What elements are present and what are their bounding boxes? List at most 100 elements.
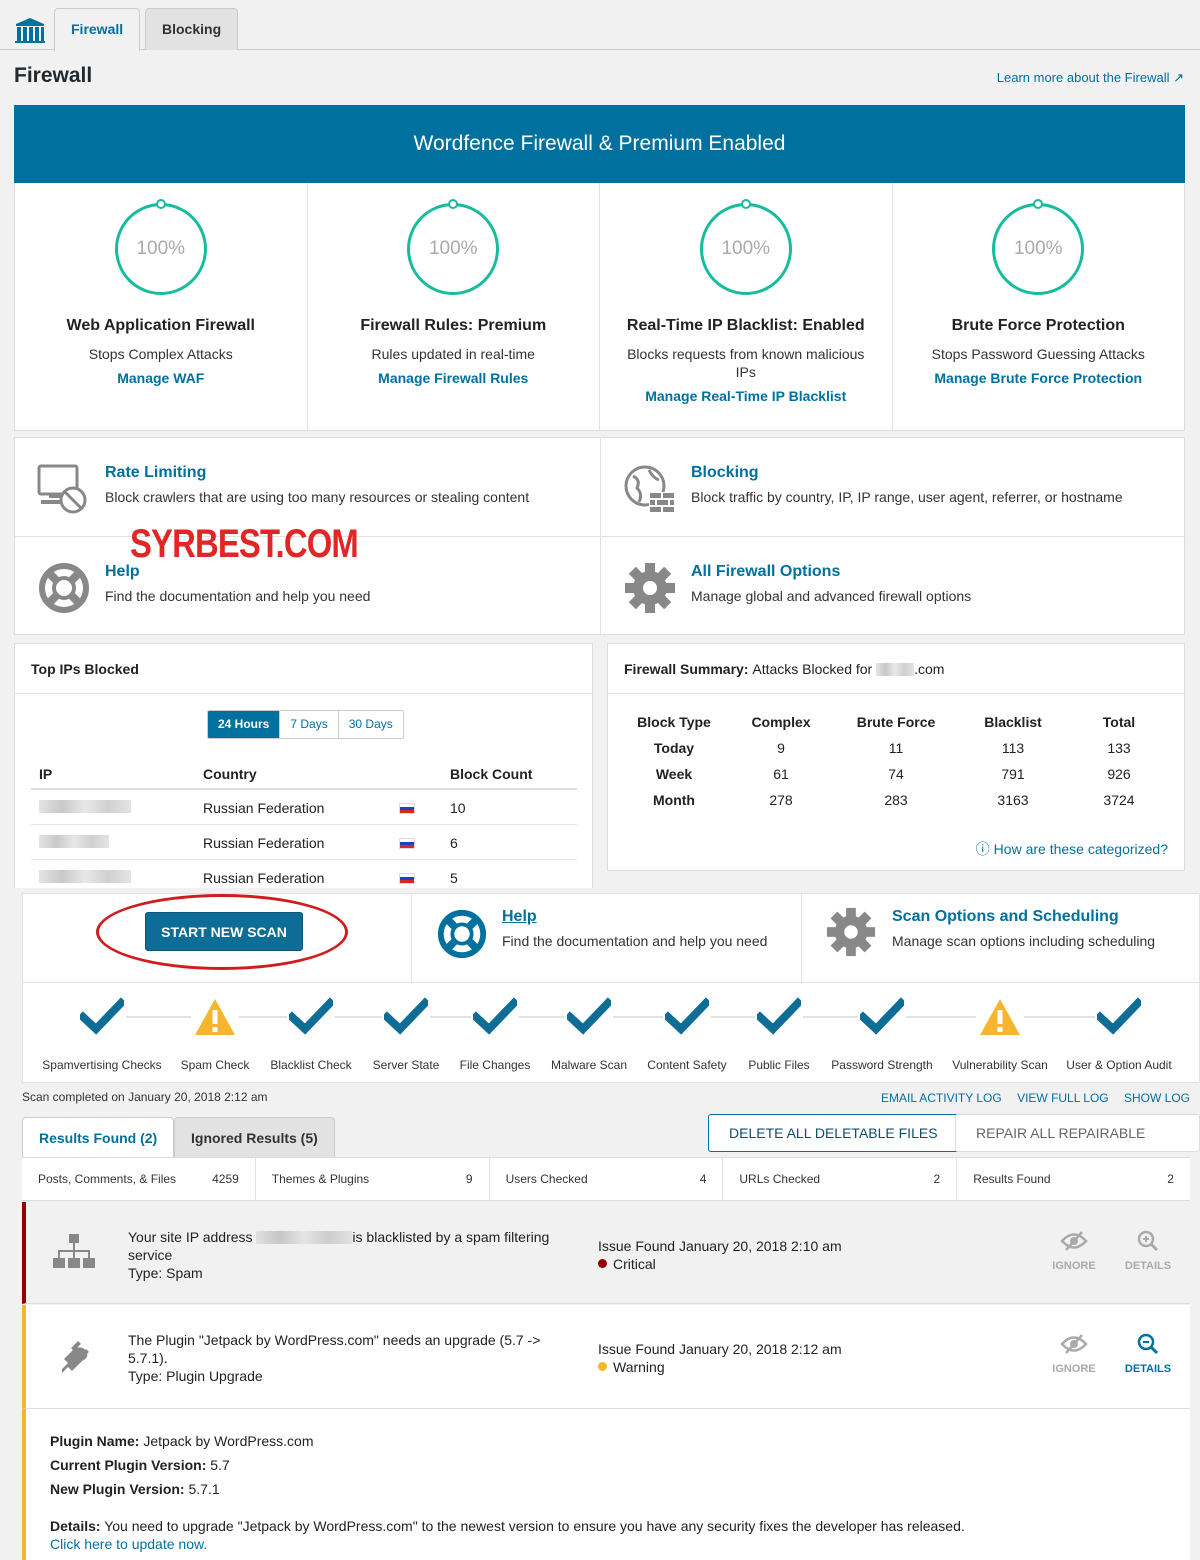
table-row: Today 9 11 113 133: [653, 740, 1131, 756]
feature-card-brute-force: 100% Brute Force Protection Stops Passwo…: [893, 183, 1185, 430]
network-icon: [53, 1234, 95, 1268]
feature-title: Web Application Firewall: [66, 317, 255, 334]
option-desc: Manage global and advanced firewall opti…: [691, 588, 972, 604]
issue-text: The Plugin "Jetpack by WordPress.com" ne…: [128, 1332, 541, 1384]
range-24-hours[interactable]: 24 Hours: [208, 711, 281, 738]
email-activity-log-link[interactable]: EMAIL ACTIVITY LOG: [881, 1091, 1002, 1105]
lifebuoy-icon: [437, 909, 487, 959]
option-blocking[interactable]: Blocking Block traffic by country, IP, I…: [601, 438, 1186, 536]
panel-title: Top IPs Blocked: [15, 644, 592, 694]
delete-all-deletable-button[interactable]: DELETE ALL DELETABLE FILES: [708, 1114, 959, 1152]
manage-blacklist-link[interactable]: Manage Real-Time IP Blacklist: [600, 388, 892, 404]
top-ips-panel: Top IPs Blocked 24 Hours 7 Days 30 Days …: [14, 643, 593, 903]
ignore-button[interactable]: IGNORE: [1044, 1333, 1104, 1375]
issue-found: Issue Found January 20, 2018 2:10 am Cri…: [598, 1238, 842, 1272]
manage-brute-force-link[interactable]: Manage Brute Force Protection: [893, 370, 1185, 386]
tab-ignored-results[interactable]: Ignored Results (5): [174, 1117, 335, 1158]
table-header: IP Country Block Count: [31, 756, 577, 790]
stat-item: Users Checked 4: [490, 1158, 724, 1200]
range-7-days[interactable]: 7 Days: [280, 711, 339, 738]
progress-ring: 100%: [114, 199, 207, 295]
view-full-log-link[interactable]: VIEW FULL LOG: [1017, 1091, 1109, 1105]
issue-found: Issue Found January 20, 2018 2:12 am War…: [598, 1341, 842, 1375]
show-log-link[interactable]: SHOW LOG: [1124, 1091, 1190, 1105]
checkmark-icon: [381, 997, 431, 1035]
lifebuoy-icon: [39, 563, 89, 613]
issue-row-spam: Your site IP address is blacklisted by a…: [22, 1202, 1190, 1304]
option-desc: Block crawlers that are using too many r…: [105, 489, 530, 505]
checkmark-icon: [662, 997, 712, 1035]
russia-flag-icon: [399, 803, 415, 814]
feature-desc: Stops Password Guessing Attacks: [931, 346, 1145, 362]
tab-results-found[interactable]: Results Found (2): [22, 1117, 175, 1159]
firewall-status-banner: Wordfence Firewall & Premium Enabled: [14, 105, 1185, 183]
scan-step-label: Vulnerability Scan: [952, 1058, 1048, 1072]
learn-more-link[interactable]: Learn more about the Firewall ↗: [997, 70, 1184, 86]
top-ips-table: IP Country Block Count Russian Federatio…: [31, 756, 577, 895]
plugin-name: Plugin Name: Jetpack by WordPress.com: [50, 1433, 314, 1449]
scan-options-desc: Manage scan options including scheduling: [892, 933, 1156, 949]
feature-card-rules: 100% Firewall Rules: Premium Rules updat…: [308, 183, 600, 430]
details-text: Details: You need to upgrade "Jetpack by…: [50, 1518, 965, 1534]
checkmark-icon: [470, 997, 520, 1035]
feature-desc: Blocks requests from known malicious IPs: [627, 346, 865, 380]
scan-options-title[interactable]: Scan Options and Scheduling: [892, 908, 1119, 926]
stat-item: Themes & Plugins 9: [256, 1158, 490, 1200]
table-row: Week 61 74 791 926: [655, 766, 1131, 782]
checkmark-icon: [286, 997, 336, 1035]
table-row: Russian Federation 10: [31, 790, 577, 825]
stat-item: Results Found 2: [973, 1172, 1174, 1186]
feature-card-blacklist: 100% Real-Time IP Blacklist: Enabled Blo…: [600, 183, 893, 430]
help-circle-icon: ⓘ: [975, 841, 990, 857]
details-button[interactable]: DETAILS: [1118, 1230, 1178, 1272]
scan-help-title[interactable]: Help: [502, 908, 537, 926]
update-now-link[interactable]: Click here to update now.: [50, 1536, 207, 1552]
scan-stages: Spamvertising Checks Spam Check Blacklist …: [22, 983, 1200, 1083]
checkmark-icon: [1094, 997, 1144, 1035]
firewall-summary-panel: Firewall Summary: Attacks Blocked for .c…: [607, 643, 1185, 871]
range-selector: 24 Hours 7 Days 30 Days: [207, 710, 404, 739]
repair-all-repairable-button[interactable]: REPAIR ALL REPAIRABLE FILES: [955, 1114, 1200, 1177]
wordfence-logo-icon: [15, 18, 45, 43]
feature-title: Real-Time IP Blacklist: Enabled: [626, 317, 865, 334]
globe-wall-icon: [624, 465, 675, 512]
scan-step-label: User & Option Audit: [1066, 1058, 1172, 1072]
eye-slash-icon: [1060, 1334, 1088, 1354]
option-title[interactable]: All Firewall Options: [691, 563, 840, 581]
warning-icon: [195, 999, 235, 1035]
tab-firewall[interactable]: Firewall: [54, 8, 141, 51]
option-title[interactable]: Rate Limiting: [105, 464, 206, 482]
page-title: Firewall: [14, 64, 93, 87]
severity-dot: [598, 1259, 607, 1268]
warning-icon: [980, 999, 1020, 1035]
progress-ring: 100%: [699, 199, 792, 295]
plug-icon: [62, 1341, 89, 1373]
tab-blocking[interactable]: Blocking: [145, 8, 239, 50]
scan-completed-text: Scan completed on January 20, 2018 2:12 …: [22, 1090, 268, 1104]
severity-dot: [598, 1362, 607, 1371]
option-title[interactable]: Blocking: [691, 464, 759, 482]
ip-redacted: [39, 870, 131, 886]
ignore-button[interactable]: IGNORE: [1044, 1230, 1104, 1272]
eye-slash-icon: [1060, 1231, 1088, 1251]
stat-item: URLs Checked 2: [723, 1158, 958, 1200]
external-link-icon: ↗: [1173, 70, 1184, 85]
checkmark-icon: [754, 997, 804, 1035]
log-links: EMAIL ACTIVITY LOG VIEW FULL LOG SHOW LO…: [869, 1091, 1190, 1105]
manage-waf-link[interactable]: Manage WAF: [15, 370, 307, 386]
scan-step: User & Option Audit: [1059, 997, 1179, 1072]
scan-step-label: Public Files: [748, 1058, 810, 1072]
scan-stats: Posts, Comments, & Files 4259 Themes & Pl…: [22, 1157, 1190, 1201]
how-categorized-link[interactable]: ⓘ How are these categorized?: [976, 839, 1168, 859]
details-button[interactable]: DETAILS: [1118, 1333, 1178, 1375]
wordfence-page: Firewall Blocking Firewall Learn more ab…: [0, 0, 1200, 1560]
option-all-firewall[interactable]: All Firewall Options Manage global and a…: [601, 537, 1186, 635]
manage-firewall-rules-link[interactable]: Manage Firewall Rules: [308, 370, 600, 386]
range-30-days[interactable]: 30 Days: [338, 711, 403, 738]
feature-desc: Rules updated in real-time: [371, 346, 535, 362]
feature-title: Firewall Rules: Premium: [360, 317, 547, 334]
ip-redacted: [39, 800, 131, 816]
scan-step-label: Spamvertising Checks: [42, 1058, 162, 1072]
table-row: Russian Federation 6: [31, 825, 577, 860]
option-desc: Block traffic by country, IP, IP range, …: [691, 489, 1123, 505]
